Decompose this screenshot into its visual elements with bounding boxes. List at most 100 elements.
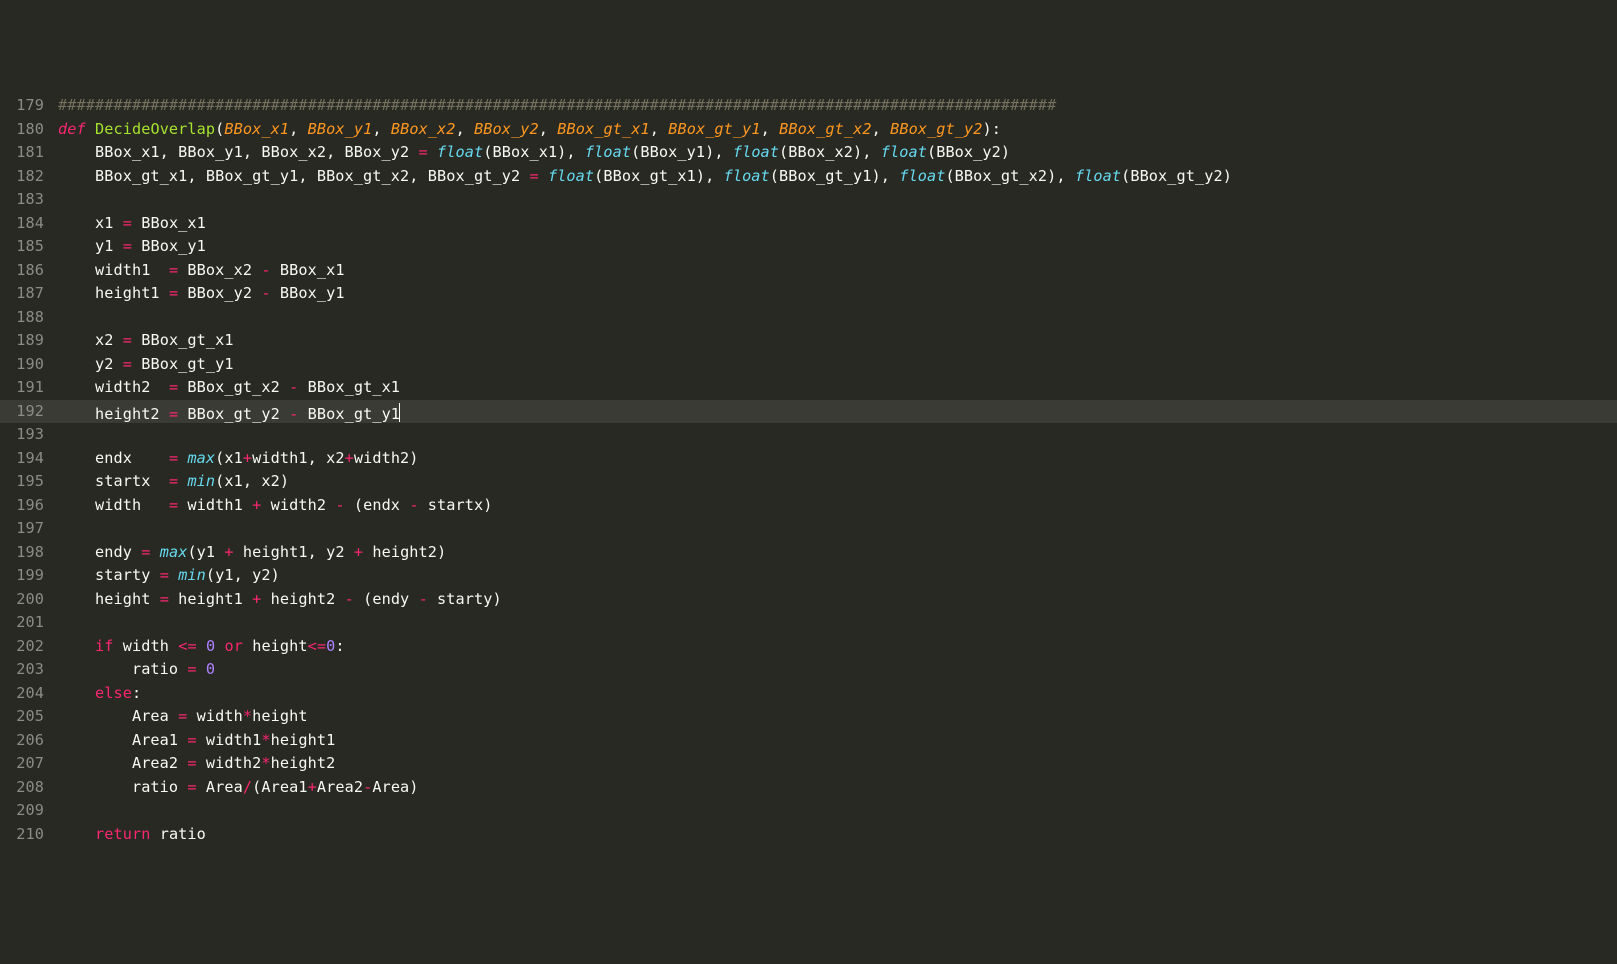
code-token: width1: [58, 261, 169, 279]
code-line[interactable]: 201: [0, 611, 1617, 635]
code-token: ,: [289, 120, 308, 138]
code-content[interactable]: [58, 517, 1617, 541]
code-content[interactable]: x1 = BBox_x1: [58, 212, 1617, 236]
line-number: 202: [0, 635, 58, 659]
code-token: BBox_x1: [132, 214, 206, 232]
line-number: 186: [0, 259, 58, 283]
line-number: 184: [0, 212, 58, 236]
code-content[interactable]: [58, 306, 1617, 330]
code-line[interactable]: 209: [0, 799, 1617, 823]
code-line[interactable]: 181 BBox_x1, BBox_y1, BBox_x2, BBox_y2 =…: [0, 141, 1617, 165]
code-content[interactable]: starty = min(y1, y2): [58, 564, 1617, 588]
line-number: 187: [0, 282, 58, 306]
code-token: BBox_x1: [271, 261, 345, 279]
code-token: +: [243, 449, 252, 467]
code-token: min: [187, 472, 215, 490]
code-token: height: [58, 590, 160, 608]
code-content[interactable]: ########################################…: [58, 94, 1617, 118]
code-line[interactable]: 192 height2 = BBox_gt_y2 - BBox_gt_y1: [0, 400, 1617, 424]
line-number: 180: [0, 118, 58, 142]
code-line[interactable]: 204 else:: [0, 682, 1617, 706]
code-token: [58, 825, 95, 843]
code-editor[interactable]: 179#####################################…: [0, 94, 1617, 846]
code-line[interactable]: 187 height1 = BBox_y2 - BBox_y1: [0, 282, 1617, 306]
code-token: =: [123, 214, 132, 232]
code-content[interactable]: BBox_x1, BBox_y1, BBox_x2, BBox_y2 = flo…: [58, 141, 1617, 165]
code-line[interactable]: 208 ratio = Area/(Area1+Area2-Area): [0, 776, 1617, 800]
code-content[interactable]: startx = min(x1, x2): [58, 470, 1617, 494]
code-line[interactable]: 180def DecideOverlap(BBox_x1, BBox_y1, B…: [0, 118, 1617, 142]
code-line[interactable]: 183: [0, 188, 1617, 212]
code-token: =: [123, 331, 132, 349]
code-line[interactable]: 205 Area = width*height: [0, 705, 1617, 729]
code-content[interactable]: height1 = BBox_y2 - BBox_y1: [58, 282, 1617, 306]
code-line[interactable]: 206 Area1 = width1*height1: [0, 729, 1617, 753]
code-content[interactable]: endx = max(x1+width1, x2+width2): [58, 447, 1617, 471]
code-content[interactable]: Area2 = width2*height2: [58, 752, 1617, 776]
code-line[interactable]: 196 width = width1 + width2 - (endx - st…: [0, 494, 1617, 518]
code-token: Area: [197, 778, 243, 796]
code-line[interactable]: 200 height = height1 + height2 - (endy -…: [0, 588, 1617, 612]
code-line[interactable]: 191 width2 = BBox_gt_x2 - BBox_gt_x1: [0, 376, 1617, 400]
code-line[interactable]: 188: [0, 306, 1617, 330]
code-line[interactable]: 203 ratio = 0: [0, 658, 1617, 682]
code-token: width2: [58, 378, 169, 396]
code-line[interactable]: 185 y1 = BBox_y1: [0, 235, 1617, 259]
code-token: =: [169, 405, 178, 423]
code-content[interactable]: ratio = 0: [58, 658, 1617, 682]
code-content[interactable]: [58, 611, 1617, 635]
code-line[interactable]: 195 startx = min(x1, x2): [0, 470, 1617, 494]
code-content[interactable]: ratio = Area/(Area1+Area2-Area): [58, 776, 1617, 800]
code-content[interactable]: else:: [58, 682, 1617, 706]
code-content[interactable]: Area = width*height: [58, 705, 1617, 729]
code-content[interactable]: width1 = BBox_x2 - BBox_x1: [58, 259, 1617, 283]
line-number: 206: [0, 729, 58, 753]
code-token: [197, 660, 206, 678]
code-token: ,: [761, 120, 780, 138]
code-token: =: [187, 778, 196, 796]
code-token: ,: [872, 120, 891, 138]
code-content[interactable]: def DecideOverlap(BBox_x1, BBox_y1, BBox…: [58, 118, 1617, 142]
code-line[interactable]: 210 return ratio: [0, 823, 1617, 847]
code-content[interactable]: width2 = BBox_gt_x2 - BBox_gt_x1: [58, 376, 1617, 400]
code-content[interactable]: [58, 188, 1617, 212]
code-content[interactable]: [58, 423, 1617, 447]
code-token: *: [243, 707, 252, 725]
line-number: 183: [0, 188, 58, 212]
code-line[interactable]: 197: [0, 517, 1617, 541]
code-token: +: [345, 449, 354, 467]
code-token: BBox_x2: [178, 261, 261, 279]
code-line[interactable]: 198 endy = max(y1 + height1, y2 + height…: [0, 541, 1617, 565]
code-line[interactable]: 199 starty = min(y1, y2): [0, 564, 1617, 588]
code-content[interactable]: x2 = BBox_gt_x1: [58, 329, 1617, 353]
line-number: 195: [0, 470, 58, 494]
code-token: ratio: [58, 660, 187, 678]
code-line[interactable]: 190 y2 = BBox_gt_y1: [0, 353, 1617, 377]
code-token: Area2: [317, 778, 363, 796]
code-content[interactable]: return ratio: [58, 823, 1617, 847]
code-token: (x1, x2): [215, 472, 289, 490]
code-line[interactable]: 184 x1 = BBox_x1: [0, 212, 1617, 236]
code-content[interactable]: [58, 799, 1617, 823]
code-line[interactable]: 179#####################################…: [0, 94, 1617, 118]
code-line[interactable]: 207 Area2 = width2*height2: [0, 752, 1617, 776]
line-number: 207: [0, 752, 58, 776]
code-token: width: [187, 707, 242, 725]
code-content[interactable]: y2 = BBox_gt_y1: [58, 353, 1617, 377]
code-content[interactable]: BBox_gt_x1, BBox_gt_y1, BBox_gt_x2, BBox…: [58, 165, 1617, 189]
code-line[interactable]: 186 width1 = BBox_x2 - BBox_x1: [0, 259, 1617, 283]
code-token: -: [261, 261, 270, 279]
code-line[interactable]: 182 BBox_gt_x1, BBox_gt_y1, BBox_gt_x2, …: [0, 165, 1617, 189]
code-content[interactable]: width = width1 + width2 - (endx - startx…: [58, 494, 1617, 518]
code-line[interactable]: 189 x2 = BBox_gt_x1: [0, 329, 1617, 353]
code-line[interactable]: 193: [0, 423, 1617, 447]
code-content[interactable]: if width <= 0 or height<=0:: [58, 635, 1617, 659]
code-line[interactable]: 194 endx = max(x1+width1, x2+width2): [0, 447, 1617, 471]
code-content[interactable]: endy = max(y1 + height1, y2 + height2): [58, 541, 1617, 565]
code-line[interactable]: 202 if width <= 0 or height<=0:: [0, 635, 1617, 659]
code-content[interactable]: height = height1 + height2 - (endy - sta…: [58, 588, 1617, 612]
code-content[interactable]: Area1 = width1*height1: [58, 729, 1617, 753]
code-content[interactable]: y1 = BBox_y1: [58, 235, 1617, 259]
code-content[interactable]: height2 = BBox_gt_y2 - BBox_gt_y1: [58, 400, 1617, 424]
code-token: BBox_gt_y2: [890, 120, 982, 138]
